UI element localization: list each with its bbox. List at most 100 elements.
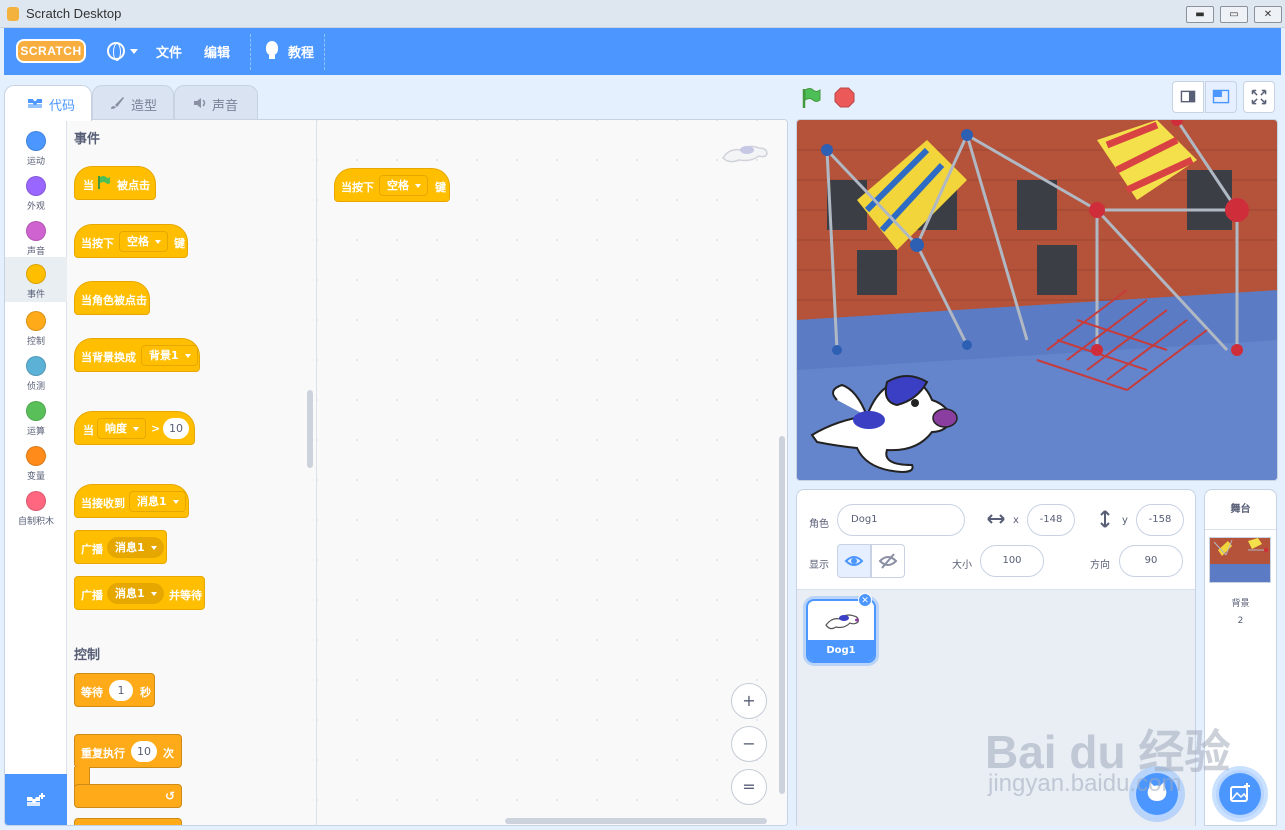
tab-costumes[interactable]: 造型	[92, 85, 174, 120]
stop-button[interactable]	[834, 87, 855, 108]
tab-costumes-label: 造型	[131, 99, 158, 114]
block-text: 被点击	[117, 179, 150, 192]
backdrops-count: 2	[1237, 616, 1244, 626]
block-wait[interactable]: 等待 1 秒	[74, 673, 155, 707]
baidu-watermark-url: jingyan.baidu.com	[988, 770, 1182, 797]
small-stage-button[interactable]	[1172, 81, 1204, 113]
maximize-button[interactable]: ▭	[1220, 6, 1248, 23]
stage-thumbnail[interactable]	[1209, 537, 1271, 583]
block-when-sprite-clicked[interactable]: 当角色被点击	[74, 281, 150, 315]
menu-file[interactable]: 文件	[156, 42, 182, 61]
stage-canvas[interactable]	[796, 119, 1278, 481]
message-dropdown[interactable]: 消息1	[129, 491, 186, 512]
block-broadcast[interactable]: 广播 消息1	[74, 530, 167, 564]
category-motion[interactable]: 运动	[5, 125, 67, 170]
category-label: 变量	[26, 472, 45, 482]
category-variables[interactable]: 变量	[5, 440, 67, 485]
playground-backdrop	[797, 120, 1277, 480]
repeat-arrow-icon: ↺	[165, 789, 176, 803]
green-flag-icon	[98, 176, 110, 189]
loudness-value-input[interactable]: 10	[163, 418, 189, 439]
sprite-name-label: 角色	[809, 519, 829, 530]
green-flag-button[interactable]	[800, 87, 822, 109]
fullscreen-button[interactable]	[1243, 81, 1275, 113]
workspace-horizontal-scrollbar[interactable]	[505, 818, 767, 824]
block-repeat[interactable]: 重复执行 10 次	[74, 734, 182, 768]
add-extension-button[interactable]	[5, 774, 67, 825]
category-dot	[26, 264, 46, 284]
lightbulb-icon[interactable]	[266, 41, 278, 59]
chevron-down-icon[interactable]	[130, 49, 138, 54]
block-forever[interactable]	[74, 818, 182, 825]
loudness-dropdown[interactable]: 响度	[97, 418, 146, 439]
code-icon	[28, 99, 42, 108]
block-text: 当接收到	[81, 497, 125, 510]
extension-icon	[27, 793, 45, 806]
direction-input[interactable]: 90	[1119, 545, 1183, 577]
sprite-card-name: Dog1	[808, 640, 874, 661]
x-label: x	[1013, 515, 1019, 526]
show-sprite-button[interactable]	[837, 544, 871, 578]
block-when-loudness[interactable]: 当 响度 > 10	[74, 411, 195, 445]
backdrop-dropdown[interactable]: 背景1	[141, 345, 198, 366]
block-broadcast-and-wait[interactable]: 广播 消息1 并等待	[74, 576, 205, 610]
block-text: 当	[83, 179, 94, 192]
category-sensing[interactable]: 侦测	[5, 350, 67, 395]
palette-scrollbar[interactable]	[307, 390, 313, 468]
block-text: 键	[174, 237, 185, 250]
category-dot	[26, 221, 46, 241]
size-label: 大小	[952, 560, 972, 571]
stage-selector-title: 舞台	[1205, 490, 1276, 530]
category-label: 外观	[26, 202, 45, 212]
block-text: 广播	[81, 543, 103, 556]
category-label: 自制积木	[17, 517, 54, 527]
tab-code[interactable]: 代码	[4, 85, 92, 121]
y-input[interactable]: -158	[1136, 504, 1184, 536]
key-dropdown[interactable]: 空格	[379, 175, 428, 196]
scratch-logo[interactable]: SCRATCH	[16, 39, 86, 63]
workspace-vertical-scrollbar[interactable]	[779, 436, 785, 794]
block-text: 当角色被点击	[81, 294, 147, 307]
category-sound[interactable]: 声音	[5, 215, 67, 260]
size-input[interactable]: 100	[980, 545, 1044, 577]
block-when-receive[interactable]: 当接收到 消息1	[74, 484, 189, 518]
message-dropdown[interactable]: 消息1	[107, 537, 164, 558]
block-palette: 事件 当 被点击 当按下 空格 键 当角色被点击 当背景换成 背景1 当 响度 …	[67, 120, 317, 825]
message-dropdown[interactable]: 消息1	[107, 583, 164, 604]
zoom-reset-button[interactable]: =	[731, 769, 767, 805]
category-operators[interactable]: 运算	[5, 395, 67, 440]
delete-sprite-button[interactable]: ✕	[858, 593, 872, 607]
zoom-in-button[interactable]: +	[731, 683, 767, 719]
key-dropdown[interactable]: 空格	[119, 231, 168, 252]
script-canvas[interactable]: 当按下 空格 键 + − =	[317, 120, 787, 825]
repeat-count-input[interactable]: 10	[131, 741, 157, 762]
repeat-footer: ↺	[74, 784, 182, 808]
x-input[interactable]: -148	[1027, 504, 1075, 536]
globe-icon[interactable]	[107, 42, 125, 61]
block-text: 当背景换成	[81, 351, 136, 364]
sprite-name-input[interactable]: Dog1	[837, 504, 965, 536]
category-control[interactable]: 控制	[5, 305, 67, 350]
category-looks[interactable]: 外观	[5, 170, 67, 215]
y-label: y	[1122, 515, 1128, 526]
normal-stage-button[interactable]	[1205, 81, 1237, 113]
wait-seconds-input[interactable]: 1	[109, 680, 133, 701]
menu-tutorials[interactable]: 教程	[288, 42, 314, 61]
tab-sounds[interactable]: 声音	[174, 85, 258, 120]
block-when-key-pressed[interactable]: 当按下 空格 键	[74, 224, 188, 258]
minimize-button[interactable]: ▬	[1186, 6, 1214, 23]
block-when-flag-clicked[interactable]: 当 被点击	[74, 166, 156, 200]
backdrop-thumbnail	[1210, 538, 1270, 582]
category-my-blocks[interactable]: 自制积木	[5, 485, 67, 530]
block-when-backdrop-switches[interactable]: 当背景换成 背景1	[74, 338, 200, 372]
block-text: 等待	[81, 686, 103, 699]
menu-edit[interactable]: 编辑	[204, 42, 230, 61]
sprite-card-dog1[interactable]: Dog1	[806, 599, 876, 663]
category-events[interactable]: 事件	[5, 257, 67, 302]
close-button[interactable]: ✕	[1254, 6, 1282, 23]
hide-sprite-button[interactable]	[871, 544, 905, 578]
eye-off-icon	[878, 553, 898, 569]
zoom-out-button[interactable]: −	[731, 726, 767, 762]
workspace-block-when-key-pressed[interactable]: 当按下 空格 键	[334, 168, 450, 202]
direction-label: 方向	[1090, 560, 1110, 571]
